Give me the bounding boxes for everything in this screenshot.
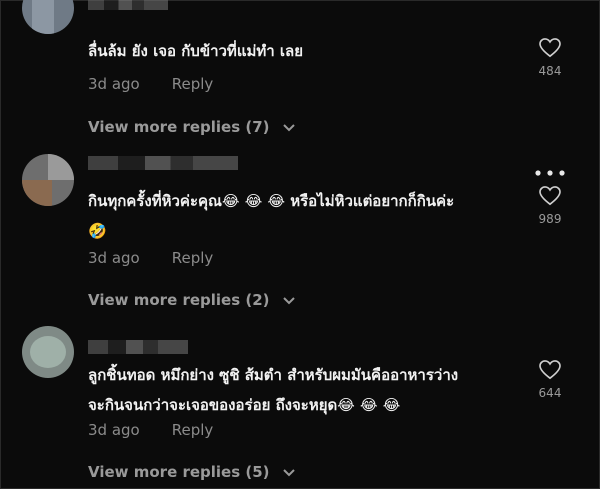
view-more-replies[interactable]: View more replies (5)	[88, 463, 295, 481]
heart-outline-icon	[539, 38, 561, 58]
comment-text: ลื่นล้ม ยัง เจอ กับข้าวที่แม่ทำ เลย	[88, 42, 304, 60]
chevron-down-icon	[283, 468, 295, 476]
comment-meta: 3d ago Reply	[88, 75, 213, 93]
comment-text-line: กินทุกครั้งที่หิวค่ะคุณ😂 😂 😂 หรือไม่หิวแ…	[88, 192, 455, 210]
view-more-replies-label: View more replies (7)	[88, 118, 270, 136]
like-button[interactable]: 484	[530, 38, 570, 78]
view-more-replies[interactable]: View more replies (2)	[88, 291, 295, 309]
heart-outline-icon	[539, 360, 561, 380]
more-options-button[interactable]	[532, 162, 568, 176]
view-more-replies-label: View more replies (5)	[88, 463, 270, 481]
view-more-replies-label: View more replies (2)	[88, 291, 270, 309]
like-button[interactable]: 644	[530, 360, 570, 400]
username-blurred[interactable]	[88, 156, 238, 170]
like-button[interactable]: 989	[530, 186, 570, 226]
comment-meta: 3d ago Reply	[88, 421, 213, 439]
username-blurred[interactable]	[88, 0, 168, 10]
comment-text-line: 🤣	[88, 222, 107, 240]
comment-time: 3d ago	[88, 75, 140, 93]
avatar[interactable]	[22, 326, 74, 378]
chevron-down-icon	[283, 296, 295, 304]
more-horizontal-icon	[535, 170, 565, 176]
comment-time: 3d ago	[88, 421, 140, 439]
reply-button[interactable]: Reply	[172, 249, 214, 267]
comment-time: 3d ago	[88, 249, 140, 267]
comment-meta: 3d ago Reply	[88, 249, 213, 267]
avatar[interactable]	[22, 0, 74, 34]
comment-text-line: จะกินจนกว่าจะเจอของอร่อย ถึงจะหยุด😂 😂 😂	[88, 396, 401, 414]
reply-button[interactable]: Reply	[172, 421, 214, 439]
view-more-replies[interactable]: View more replies (7)	[88, 118, 295, 136]
heart-outline-icon	[539, 186, 561, 206]
chevron-down-icon	[283, 123, 295, 131]
reply-button[interactable]: Reply	[172, 75, 214, 93]
like-count: 484	[538, 64, 562, 78]
comment-text: กินทุกครั้งที่หิวค่ะคุณ😂 😂 😂 หรือไม่หิวแ…	[88, 186, 528, 246]
comment-text-line: ลูกชิ้นทอด หมึกย่าง ซูชิ ส้มตำ สำหรับผมม…	[88, 366, 459, 384]
like-count: 989	[538, 212, 562, 226]
username-blurred[interactable]	[88, 340, 188, 354]
comment-text: ลูกชิ้นทอด หมึกย่าง ซูชิ ส้มตำ สำหรับผมม…	[88, 360, 528, 420]
avatar[interactable]	[22, 154, 74, 206]
like-count: 644	[538, 386, 562, 400]
